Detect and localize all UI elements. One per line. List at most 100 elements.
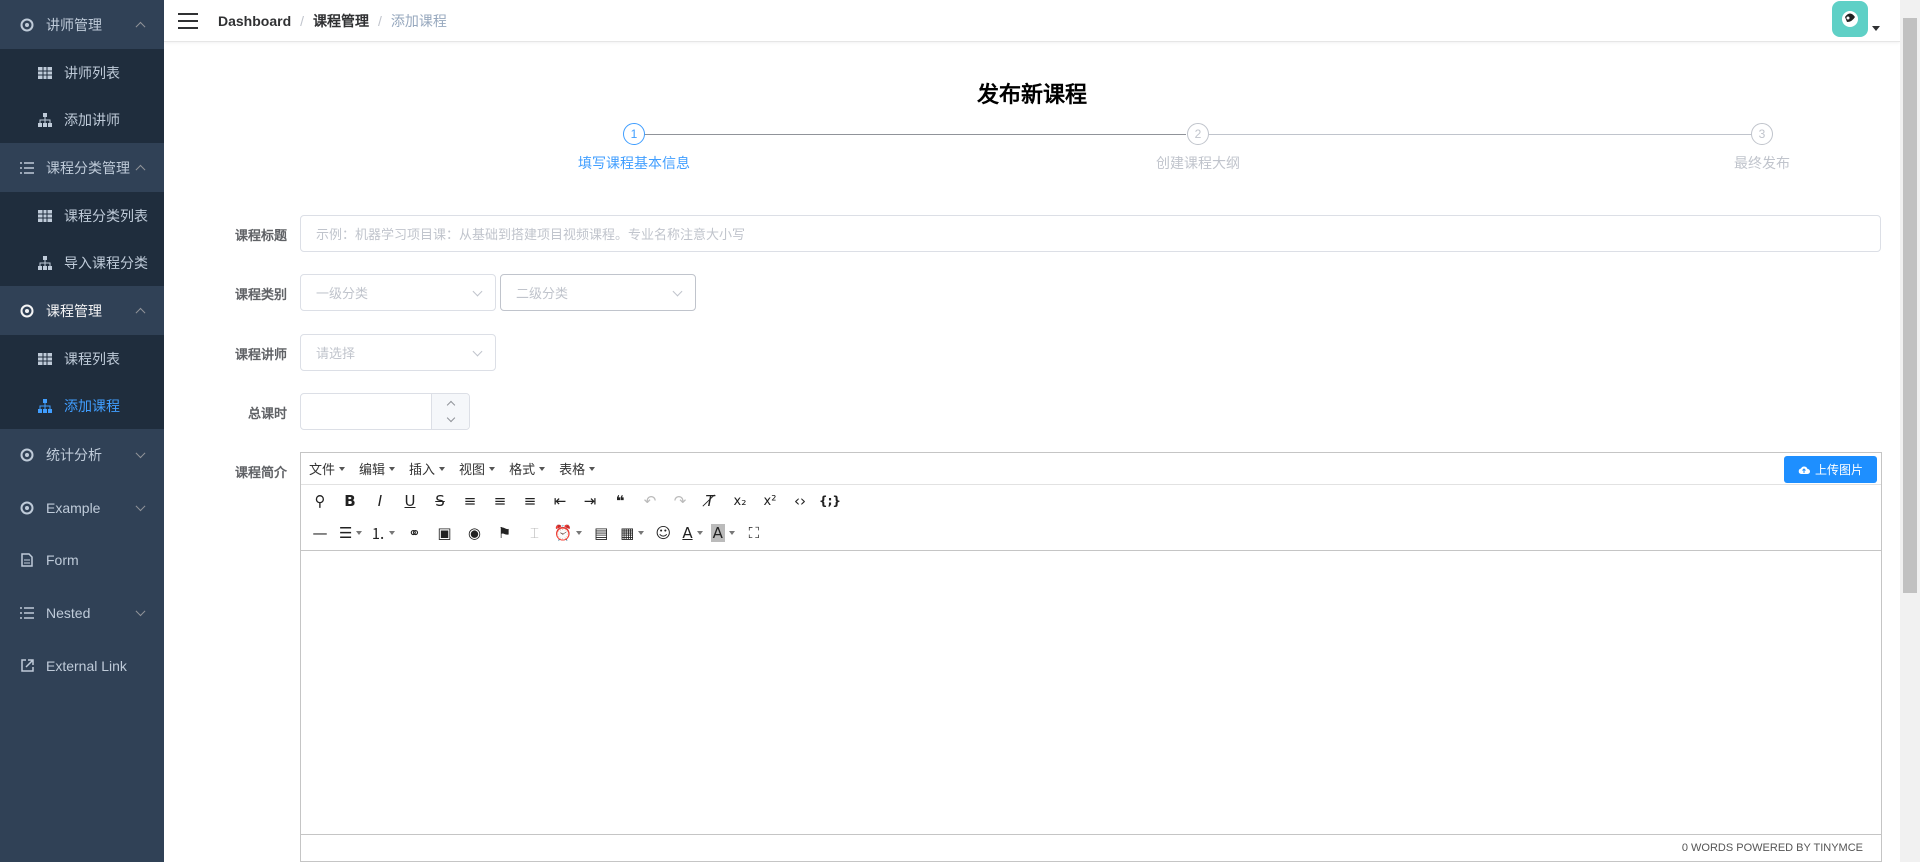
step-2-circle: 2 — [1187, 123, 1209, 145]
page-break-icon[interactable]: ⌶ — [523, 522, 545, 544]
find-replace-icon[interactable]: ⚲ — [309, 490, 331, 512]
chevron-up-icon — [446, 400, 455, 409]
editor-menu-insert[interactable]: 插入 — [409, 459, 445, 478]
breadcrumb-course-management[interactable]: 课程管理 — [313, 11, 369, 31]
menu-category-management[interactable]: 课程分类管理 — [0, 143, 164, 192]
clear-format-icon[interactable]: T̸ — [699, 490, 721, 512]
teacher-label: 课程讲师 — [234, 347, 287, 362]
teacher-select[interactable]: 请选择 — [300, 334, 496, 371]
fullscreen-icon[interactable]: ⛶ — [743, 522, 765, 544]
title-placeholder: 示例：机器学习项目课：从基础到搭建项目视频课程。专业名称注意大小写 — [316, 227, 746, 242]
sidebar-item-teacher-list[interactable]: 讲师列表 — [0, 49, 164, 96]
editor-menu-view[interactable]: 视图 — [459, 459, 495, 478]
insert-time-icon[interactable]: ⏰ — [553, 522, 582, 544]
emoticons-icon[interactable]: ☺ — [652, 522, 674, 544]
chevron-down-icon — [472, 286, 483, 297]
breadcrumb: Dashboard / 课程管理 / 添加课程 — [218, 11, 447, 31]
chevron-down-icon — [446, 413, 455, 423]
title-input[interactable]: 示例：机器学习项目课：从基础到搭建项目视频课程。专业名称注意大小写 — [300, 215, 1881, 252]
link-icon[interactable]: ⚭ — [403, 522, 425, 544]
preview-icon[interactable]: ◉ — [463, 522, 485, 544]
bullet-list-icon[interactable]: ☰ — [339, 522, 362, 544]
table-icon[interactable]: ▦ — [620, 522, 644, 544]
outdent-icon[interactable]: ⇤ — [549, 490, 571, 512]
editor-content-area[interactable] — [301, 550, 1881, 834]
underline-icon[interactable]: U — [399, 490, 421, 512]
step-connector — [634, 134, 1186, 135]
step-3-label: 最终发布 — [1734, 155, 1790, 171]
upload-image-label: 上传图片 — [1814, 463, 1863, 477]
main-content: 发布新课程 1 2 3 填写课程基本信息 创建课程大纲 最终发布 课程标题 示例… — [164, 43, 1900, 862]
blockquote-icon[interactable]: ❝ — [609, 490, 631, 512]
hours-decrease-button[interactable] — [431, 411, 469, 429]
editor-toolbar-1: ⚲ B I U S ≡ ≡ ≡ ⇤ ⇥ ❝ ↶ ↷ T̸ x₂ x² ‹› {;… — [301, 485, 1881, 517]
indent-icon[interactable]: ⇥ — [579, 490, 601, 512]
sidebar-item-course-list[interactable]: 课程列表 — [0, 335, 164, 382]
superscript-icon[interactable]: x² — [759, 490, 781, 512]
chevron-down-icon — [135, 605, 146, 616]
upload-image-button[interactable]: 上传图片 — [1783, 456, 1877, 483]
text-color-icon[interactable]: A — [682, 522, 702, 544]
menu-example[interactable]: Example — [0, 481, 164, 534]
sidebar-item-add-teacher[interactable]: 添加讲师 — [0, 96, 164, 143]
hours-increase-button[interactable] — [431, 394, 469, 412]
media-icon[interactable]: ▤ — [590, 522, 612, 544]
chevron-down-icon — [135, 500, 146, 511]
image-icon[interactable]: ▣ — [433, 522, 455, 544]
navbar: Dashboard / 课程管理 / 添加课程 — [164, 0, 1900, 42]
chevron-down-icon — [472, 346, 483, 357]
hamburger-icon[interactable] — [178, 12, 198, 29]
scrollbar-thumb[interactable] — [1903, 18, 1917, 593]
menu-course-management[interactable]: 课程管理 — [0, 286, 164, 335]
align-left-icon[interactable]: ≡ — [459, 490, 481, 512]
bold-icon[interactable]: B — [339, 490, 361, 512]
desc-label: 课程简介 — [234, 465, 287, 480]
align-center-icon[interactable]: ≡ — [489, 490, 511, 512]
menu-teacher-management[interactable]: 讲师管理 — [0, 0, 164, 49]
hours-input[interactable] — [300, 393, 470, 430]
redo-icon[interactable]: ↷ — [669, 490, 691, 512]
page-scrollbar[interactable] — [1900, 0, 1920, 862]
menu-statistics[interactable]: 统计分析 — [0, 429, 164, 481]
category2-select[interactable]: 二级分类 — [500, 274, 696, 311]
avatar[interactable] — [1832, 1, 1868, 37]
cloud-upload-icon — [1798, 466, 1810, 474]
table-icon — [38, 352, 52, 366]
breadcrumb-dashboard[interactable]: Dashboard — [218, 13, 291, 29]
subscript-icon[interactable]: x₂ — [729, 490, 751, 512]
menu-external-link[interactable]: External Link — [0, 639, 164, 692]
menu-nested[interactable]: Nested — [0, 586, 164, 639]
sidebar-item-category-list[interactable]: 课程分类列表 — [0, 192, 164, 239]
title-label: 课程标题 — [234, 228, 287, 243]
avatar-image-icon — [1842, 11, 1858, 27]
sidebar-item-add-course[interactable]: 添加课程 — [0, 382, 164, 429]
menu-label: Example — [46, 499, 101, 516]
editor-menu-format[interactable]: 格式 — [509, 459, 545, 478]
sidebar-item-label: 课程分类列表 — [64, 207, 148, 224]
chevron-up-icon — [135, 307, 146, 318]
setting-icon — [20, 18, 34, 32]
sidebar-item-label: 讲师列表 — [64, 64, 120, 81]
undo-icon[interactable]: ↶ — [639, 490, 661, 512]
page-title: 发布新课程 — [976, 82, 1087, 107]
caret-down-icon[interactable] — [1872, 26, 1880, 31]
strikethrough-icon[interactable]: S — [429, 490, 451, 512]
editor-menu-file[interactable]: 文件 — [309, 459, 345, 478]
sidebar-item-import-category[interactable]: 导入课程分类 — [0, 239, 164, 286]
editor-menu-edit[interactable]: 编辑 — [359, 459, 395, 478]
code-icon[interactable]: ‹› — [789, 490, 811, 512]
bookmark-icon[interactable]: ⚑ — [493, 522, 515, 544]
code-sample-icon[interactable]: {;} — [819, 490, 841, 512]
menu-label: External Link — [46, 657, 127, 674]
numbered-list-icon[interactable]: ⒈ — [370, 522, 395, 544]
hours-label: 总课时 — [247, 406, 287, 421]
list-icon — [20, 606, 34, 620]
horizontal-rule-icon[interactable]: — — [309, 522, 331, 544]
step-2-label: 创建课程大纲 — [1156, 155, 1240, 171]
category1-select[interactable]: 一级分类 — [300, 274, 496, 311]
menu-form[interactable]: Form — [0, 534, 164, 586]
align-right-icon[interactable]: ≡ — [519, 490, 541, 512]
editor-menu-table[interactable]: 表格 — [559, 459, 595, 478]
background-color-icon[interactable]: A — [710, 522, 735, 544]
italic-icon[interactable]: I — [369, 490, 391, 512]
